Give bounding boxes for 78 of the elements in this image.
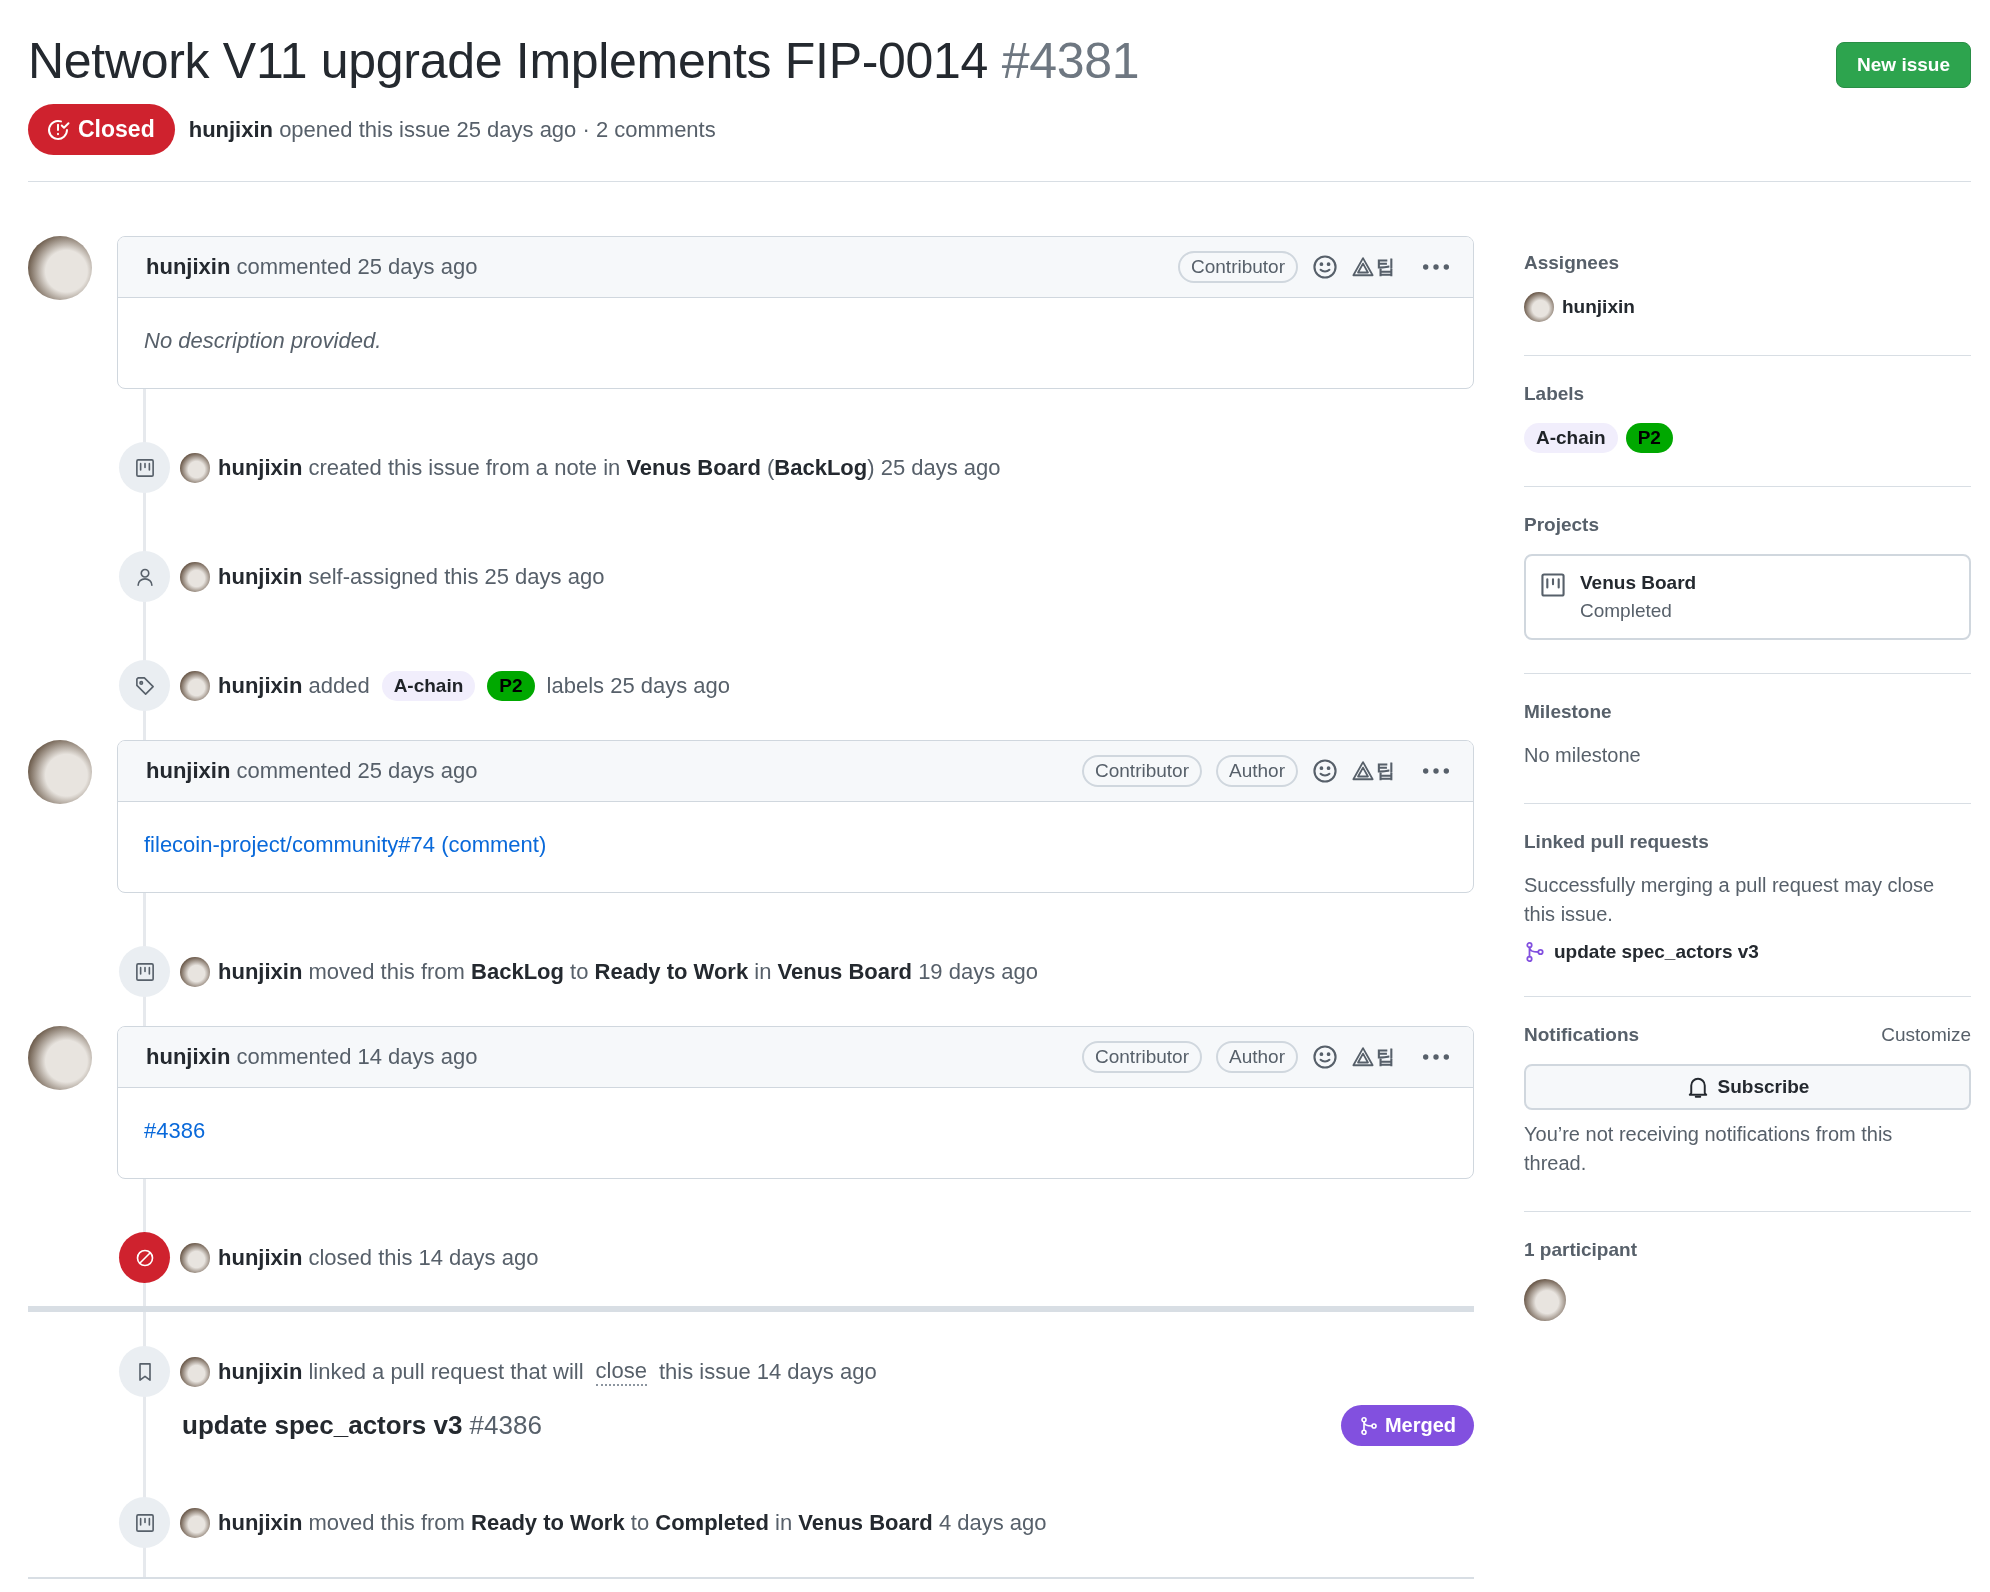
person-icon — [134, 566, 155, 587]
linked-pr-link[interactable]: update spec_actors v3 — [1554, 941, 1759, 963]
event-text: labels 25 days ago — [546, 672, 731, 699]
section-heading: Linked pull requests — [1524, 831, 1709, 853]
more-options-icon[interactable] — [1423, 264, 1449, 270]
avatar[interactable] — [180, 956, 210, 987]
role-badge: Author — [1216, 1041, 1298, 1073]
subscribe-button[interactable]: Subscribe — [1524, 1064, 1971, 1110]
board-icon — [134, 457, 155, 478]
comment-author-line: hunjixin commented 25 days ago — [146, 758, 479, 784]
project-name[interactable]: Venus Board — [1580, 572, 1697, 594]
role-badge: Contributor — [1178, 251, 1298, 283]
extension-label[interactable]: 팁 — [1376, 758, 1395, 784]
role-badge: Author — [1216, 755, 1298, 787]
triangle-icon — [1352, 760, 1374, 782]
label-tag[interactable]: P2 — [487, 670, 535, 701]
avatar[interactable] — [1524, 1279, 1566, 1321]
project-card[interactable]: Venus Board Completed — [1524, 554, 1971, 640]
close-keyword: close — [595, 1357, 647, 1386]
event-text: hunjixin closed this 14 days ago — [218, 1244, 539, 1271]
avatar[interactable] — [180, 452, 210, 483]
event-text: hunjixin created this issue from a note in Venus Board (BackLog) 25 days ago — [218, 454, 1001, 481]
project-column: Completed — [1580, 600, 1697, 622]
label-tag[interactable]: A-chain — [381, 670, 476, 701]
triangle-icon — [1352, 1046, 1374, 1068]
notification-note: You’re not receiving notifications from this thread. — [1524, 1122, 1894, 1176]
triangle-icon — [1352, 256, 1374, 278]
issue-meta: hunjixin opened this issue 25 days ago · 2 comments — [188, 116, 716, 143]
board-icon — [1540, 572, 1566, 598]
section-heading: 1 participant — [1524, 1239, 1637, 1261]
comment-link[interactable]: #4386 — [144, 1118, 206, 1143]
event-text: this issue 14 days ago — [658, 1358, 877, 1385]
section-heading[interactable]: Milestone — [1524, 701, 1612, 723]
pull-request-title[interactable]: update spec_actors v3 #4386 — [182, 1410, 542, 1441]
board-icon — [134, 1512, 155, 1533]
label-tag[interactable]: A-chain — [1524, 423, 1618, 453]
section-heading[interactable]: Labels — [1524, 383, 1585, 405]
more-options-icon[interactable] — [1423, 1054, 1449, 1060]
avatar[interactable] — [180, 1356, 210, 1387]
section-heading[interactable]: Assignees — [1524, 252, 1620, 274]
event-text: hunjixin linked a pull request that will — [218, 1358, 584, 1385]
avatar[interactable] — [180, 1242, 210, 1273]
status-badge: Closed — [28, 104, 175, 155]
issue-title: Network V11 upgrade Implements FIP-0014 #4381 — [28, 32, 1140, 90]
smiley-icon — [1312, 254, 1338, 280]
role-badge: Contributor — [1082, 1041, 1202, 1073]
slashed-circle-icon — [134, 1247, 155, 1268]
avatar[interactable] — [180, 670, 210, 701]
closed-issue-icon — [46, 117, 70, 142]
comment-link[interactable]: filecoin-project/community#74 (comment) — [144, 832, 547, 857]
event-text: hunjixin self-assigned this 25 days ago — [218, 563, 605, 590]
comment-author-line: hunjixin commented 14 days ago — [146, 1044, 479, 1070]
milestone-value: No milestone — [1524, 743, 1642, 768]
extension-label[interactable]: 팁 — [1376, 1044, 1395, 1070]
linked-pr-note: Successfully merging a pull request may close this issue. — [1524, 873, 1936, 927]
label-tag[interactable]: P2 — [1625, 423, 1673, 453]
event-text: hunjixin added — [218, 672, 370, 699]
tag-icon — [134, 675, 155, 696]
more-options-icon[interactable] — [1423, 768, 1449, 774]
event-text: hunjixin moved this from Ready to Work to Completed in Venus Board 4 days ago — [218, 1509, 1047, 1536]
customize-link[interactable]: Customize — [1881, 1024, 1971, 1046]
avatar[interactable] — [180, 561, 210, 592]
comment-author-line: hunjixin commented 25 days ago — [146, 254, 479, 280]
avatar[interactable] — [180, 1507, 210, 1538]
comment-text: No description provided. — [144, 328, 382, 353]
merged-status[interactable]: Merged — [1340, 1405, 1474, 1446]
section-heading: Notifications — [1524, 1024, 1640, 1046]
smiley-icon — [1312, 758, 1338, 784]
assignee-name[interactable]: hunjixin — [1562, 296, 1635, 318]
merge-icon — [1358, 1415, 1379, 1436]
smiley-icon — [1312, 1044, 1338, 1070]
board-icon — [134, 961, 155, 982]
avatar[interactable] — [1524, 292, 1554, 322]
event-text: hunjixin moved this from BackLog to Ready to Work in Venus Board 19 days ago — [218, 958, 1038, 985]
extension-label[interactable]: 팁 — [1376, 254, 1395, 280]
role-badge: Contributor — [1082, 755, 1202, 787]
section-heading[interactable]: Projects — [1524, 514, 1599, 536]
merge-icon — [1524, 941, 1546, 963]
